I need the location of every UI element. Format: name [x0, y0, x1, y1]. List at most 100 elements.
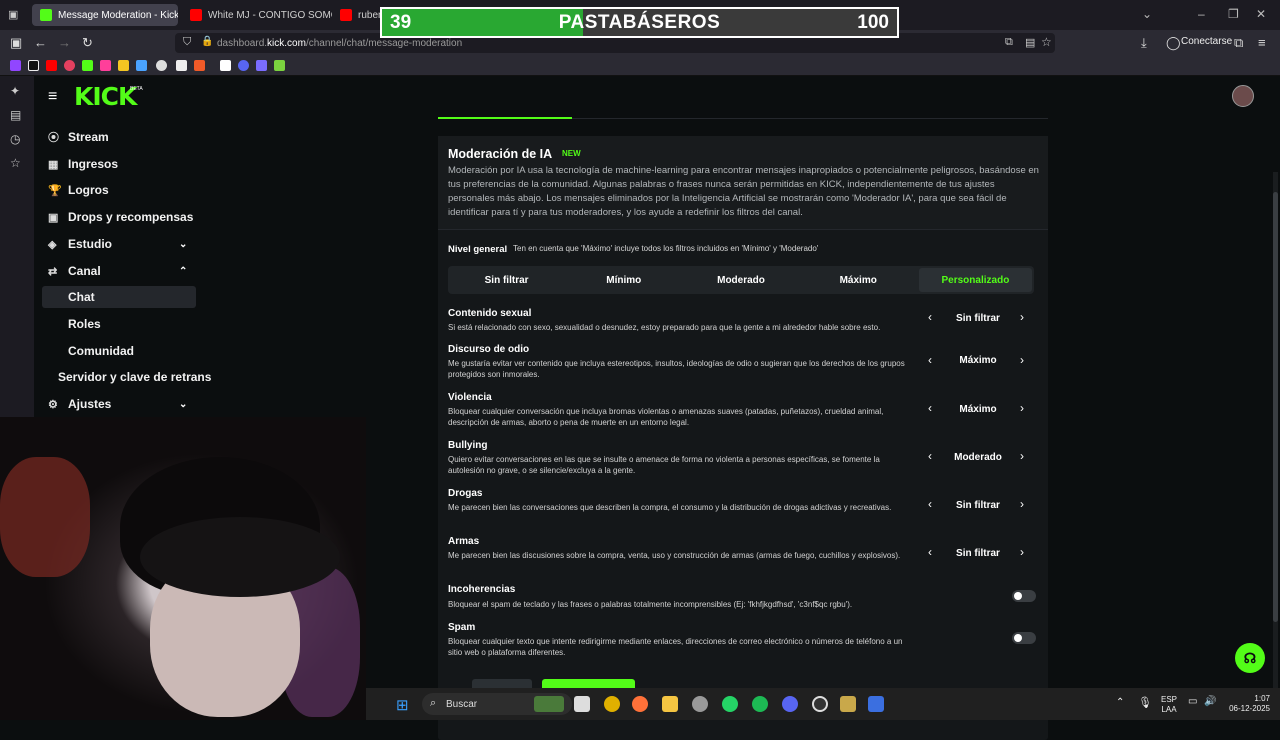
sidebar-toggle-icon[interactable]: ▣ [10, 35, 22, 51]
menu-icon[interactable]: ≡ [1258, 35, 1266, 50]
sidebar-item-canal[interactable]: ⇄ Canal ⌃ [48, 260, 213, 282]
drive-bookmark-icon[interactable] [136, 60, 147, 71]
web-bookmark-icon[interactable] [156, 60, 167, 71]
window-close-icon[interactable]: ✕ [1256, 7, 1266, 21]
settings-app-icon[interactable] [692, 696, 708, 712]
soundcloud-bookmark-icon[interactable] [194, 60, 205, 71]
chevron-left-icon[interactable]: ‹ [928, 310, 932, 324]
app-icon[interactable] [868, 696, 884, 712]
game-bookmark-icon[interactable] [100, 60, 111, 71]
chevron-down-icon[interactable]: ⌄ [179, 399, 187, 410]
tab-list-icon[interactable]: ▣ [8, 8, 18, 21]
forward-arrow-icon[interactable]: → [58, 35, 71, 50]
network-icon[interactable]: ▭ [1188, 696, 1197, 707]
language-code: ESP [1160, 695, 1177, 704]
weather-widget-icon[interactable] [534, 696, 564, 712]
chrome-icon[interactable] [604, 696, 620, 712]
reader-view-icon[interactable]: ▤ [1025, 36, 1035, 49]
bookmark-star-icon[interactable]: ☆ [1041, 35, 1052, 49]
extensions-icon[interactable]: ⧉ [1234, 35, 1243, 51]
page-scrollbar[interactable] [1273, 172, 1278, 720]
chevron-left-icon[interactable]: ‹ [928, 353, 932, 367]
reload-icon[interactable]: ↻ [82, 35, 93, 51]
sidebar-item-logros[interactable]: 🏆 Logros [48, 179, 109, 201]
history-icon[interactable]: ◷ [10, 132, 20, 146]
chevron-left-icon[interactable]: ‹ [928, 401, 932, 415]
ai-chat-icon[interactable]: ✦ [10, 84, 20, 98]
bookmarks-icon[interactable]: ☆ [10, 156, 21, 170]
wave-bookmark-icon[interactable] [256, 60, 267, 71]
chevron-right-icon[interactable]: › [1020, 310, 1024, 324]
kick-logo[interactable]: KICK [74, 82, 137, 111]
chevron-left-icon[interactable]: ‹ [928, 497, 932, 511]
sidebar-item-ingresos[interactable]: ▦ Ingresos [48, 153, 118, 175]
goal-overlay-banner: PASTABÁSEROS 39 100 [380, 7, 899, 38]
whatsapp-icon[interactable] [722, 696, 738, 712]
level-option-sin-filtrar[interactable]: Sin filtrar [450, 268, 563, 292]
level-option-maximo[interactable]: Máximo [802, 268, 915, 292]
incoherencias-toggle[interactable] [1012, 590, 1036, 602]
twitch-bookmark-icon[interactable] [10, 60, 21, 71]
task-view-icon[interactable] [574, 696, 590, 712]
downloads-icon[interactable]: ⤓ [1141, 35, 1147, 51]
sidebar-item-estudio[interactable]: ◈ Estudio ⌄ [48, 233, 213, 255]
tiktok-bookmark-icon[interactable] [28, 60, 39, 71]
obs-icon[interactable] [812, 696, 828, 712]
discord-icon[interactable] [782, 696, 798, 712]
app-bookmark-icon[interactable] [118, 60, 129, 71]
spotify-icon[interactable] [752, 696, 768, 712]
tab-youtube-white-mj[interactable]: White MJ - CONTIGO SOMOS 2 ✕ [182, 4, 332, 26]
microphone-icon[interactable]: 🎙 [1138, 696, 1152, 709]
chevron-right-icon[interactable]: › [1020, 449, 1024, 463]
chevron-up-icon[interactable]: ⌃ [179, 266, 187, 277]
game-launcher-icon[interactable] [840, 696, 856, 712]
screenshot-icon[interactable]: ⧉ [1005, 36, 1013, 49]
restore-icon[interactable]: ❐ [1228, 7, 1239, 21]
clock[interactable]: 1:07 06-12-2025 [1220, 694, 1270, 714]
sidebar-item-servidor[interactable]: Servidor y clave de retrans [58, 366, 211, 388]
level-option-minimo[interactable]: Mínimo [567, 268, 680, 292]
firefox-icon[interactable] [632, 696, 648, 712]
scrollbar-thumb[interactable] [1273, 192, 1278, 622]
star-bookmark-icon[interactable] [274, 60, 285, 71]
chevron-left-icon[interactable]: ‹ [928, 449, 932, 463]
chevron-right-icon[interactable]: › [1020, 497, 1024, 511]
account-icon[interactable]: ◯ [1166, 35, 1181, 51]
level-option-moderado[interactable]: Moderado [684, 268, 797, 292]
chevron-right-icon[interactable]: › [1020, 545, 1024, 559]
tab-youtube-ruben[interactable]: ruben h [332, 4, 382, 26]
tool-bookmark-icon[interactable] [220, 60, 231, 71]
discord-bookmark-icon[interactable] [238, 60, 249, 71]
kick-bookmark-icon[interactable] [82, 60, 93, 71]
sidebar-item-roles[interactable]: Roles [68, 313, 101, 335]
sidebar-item-comunidad[interactable]: Comunidad [68, 340, 134, 362]
spam-toggle[interactable] [1012, 632, 1036, 644]
sidebar-item-ajustes[interactable]: ⚙ Ajustes ⌄ [48, 393, 213, 415]
github-bookmark-icon[interactable] [176, 60, 187, 71]
site-info-icon[interactable]: ⛉ [183, 36, 191, 49]
file-explorer-icon[interactable] [662, 696, 678, 712]
avatar[interactable] [1232, 85, 1254, 107]
sidebar-item-chat[interactable]: Chat [42, 286, 196, 308]
chevron-right-icon[interactable]: › [1020, 353, 1024, 367]
level-option-personalizado[interactable]: Personalizado [918, 268, 1033, 292]
minimize-icon[interactable]: – [1198, 7, 1205, 21]
language-indicator[interactable]: ESP LAA [1158, 695, 1180, 715]
tabs-icon[interactable]: ▤ [10, 108, 21, 122]
chevron-right-icon[interactable]: › [1020, 401, 1024, 415]
tray-chevron-icon[interactable]: ⌃ [1116, 697, 1124, 708]
instagram-bookmark-icon[interactable] [64, 60, 75, 71]
windows-start-icon[interactable]: ⊞ [396, 696, 409, 714]
tab-message-moderation[interactable]: Message Moderation - Kick Da ✕ [32, 4, 178, 26]
chevron-left-icon[interactable]: ‹ [928, 545, 932, 559]
account-label[interactable]: Conectarse [1181, 36, 1232, 47]
support-chat-icon[interactable]: ☊ [1235, 643, 1265, 673]
tab-overflow-chevron-icon[interactable]: ⌄ [1142, 7, 1152, 21]
youtube-bookmark-icon[interactable] [46, 60, 57, 71]
hamburger-menu-icon[interactable]: ≡ [48, 88, 57, 106]
sidebar-item-stream[interactable]: ⦿ Stream [48, 126, 109, 148]
sidebar-item-drops[interactable]: ▣ Drops y recompensas [48, 206, 193, 228]
back-arrow-icon[interactable]: ← [34, 35, 47, 50]
volume-icon[interactable]: 🔊 [1204, 696, 1216, 707]
chevron-down-icon[interactable]: ⌄ [179, 239, 187, 250]
